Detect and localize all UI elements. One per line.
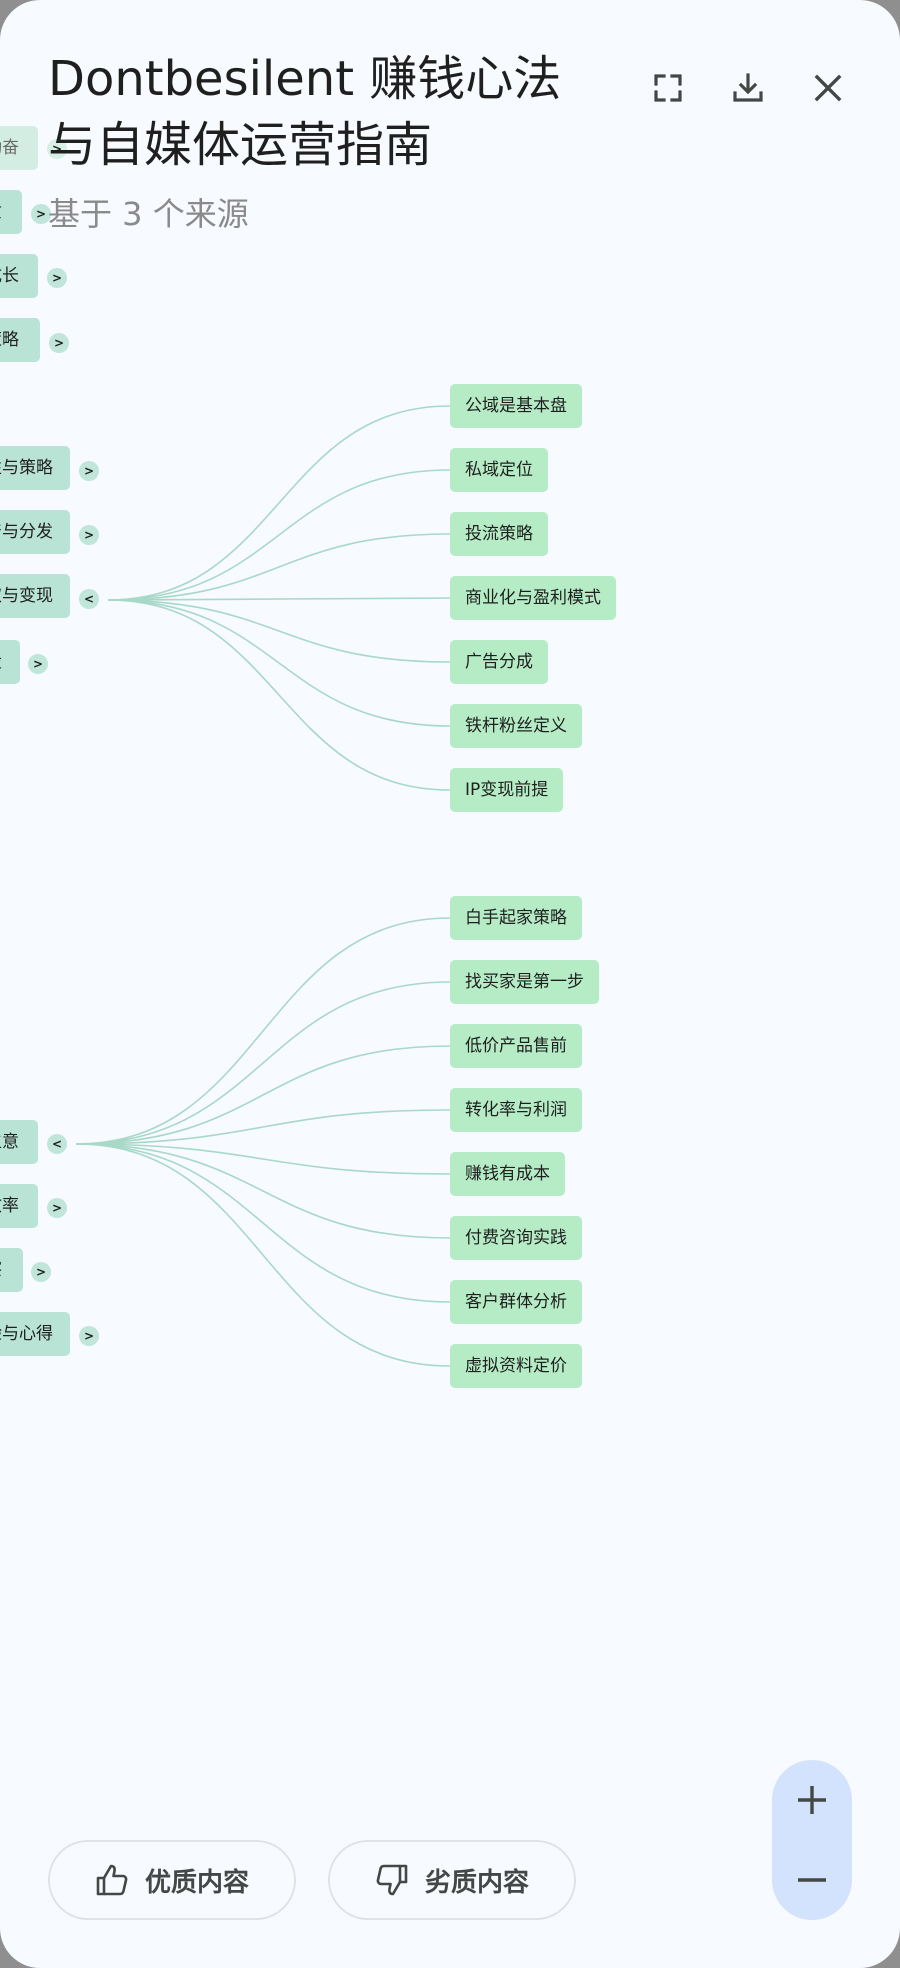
mindmap-link (107, 469, 451, 601)
mindmap-panel: 动奋 > 质 > 成长 > 策略 > 性与策略 > 产与分发 > 取与变现 < … (0, 0, 900, 1968)
zoom-out-button[interactable] (772, 1840, 852, 1920)
title-line: 与自媒体运营指南 (48, 117, 433, 173)
expand-toggle[interactable]: > (49, 333, 69, 353)
bad-content-label: 劣质内容 (424, 1867, 529, 1898)
mindmap-node-leaf[interactable]: 投流策略 (450, 512, 548, 556)
mindmap-node-leaf[interactable]: 赚钱有成本 (450, 1152, 565, 1196)
mindmap-link (107, 599, 451, 727)
mindmap-node-parent[interactable]: 察 (0, 1248, 23, 1292)
close-button[interactable] (800, 60, 856, 116)
title-line: Dontbesilent 赚钱心法 (48, 51, 562, 107)
mindmap-node-leaf[interactable]: 低价产品售前 (450, 1024, 582, 1068)
mindmap-node-parent[interactable]: 性与策略 (0, 446, 70, 490)
mindmap-link (75, 1143, 451, 1175)
mindmap-link (107, 533, 451, 601)
mindmap-node-leaf[interactable]: 客户群体分析 (450, 1280, 582, 1324)
mindmap-node-parent[interactable]: 效率 (0, 1184, 38, 1228)
mindmap-link (75, 981, 451, 1145)
collapse-toggle[interactable]: < (47, 1134, 67, 1154)
mindmap-node-leaf[interactable]: 虚拟资料定价 (450, 1344, 582, 1388)
expand-toggle[interactable]: > (28, 654, 48, 674)
expand-toggle[interactable]: > (79, 1326, 99, 1346)
expand-toggle[interactable]: > (79, 461, 99, 481)
source-count: 基于 3 个来源 (48, 195, 249, 233)
plus-icon (798, 1786, 826, 1814)
mindmap-node-leaf[interactable]: IP变现前提 (450, 768, 564, 812)
mindmap-node-leaf[interactable]: 铁杆粉丝定义 (450, 704, 582, 748)
mindmap-node-parent[interactable]: 产与分发 (0, 510, 70, 554)
expand-toggle[interactable]: > (31, 1262, 51, 1282)
mindmap-node-leaf[interactable]: 白手起家策略 (450, 896, 582, 940)
good-content-button[interactable]: 优质内容 (48, 1840, 296, 1920)
mindmap-node-parent[interactable]: 成长 (0, 254, 38, 298)
download-icon (733, 73, 763, 102)
expand-toggle[interactable]: > (47, 268, 67, 288)
mindmap-node-parent[interactable]: 策略 (0, 318, 40, 362)
zoom-controls (772, 1760, 852, 1920)
fullscreen-button[interactable] (640, 60, 696, 116)
zoom-in-button[interactable] (772, 1760, 852, 1840)
mindmap-node-parent[interactable]: 生意 (0, 1120, 38, 1164)
expand-toggle[interactable]: > (79, 525, 99, 545)
page-title: Dontbesilent 赚钱心法 与自媒体运营指南 (48, 46, 608, 178)
mindmap-link (75, 1143, 451, 1303)
thumbs-down-icon (376, 1864, 408, 1896)
mindmap-canvas[interactable]: 动奋 > 质 > 成长 > 策略 > 性与策略 > 产与分发 > 取与变现 < … (0, 0, 900, 1968)
mindmap-node-leaf[interactable]: 转化率与利润 (450, 1088, 582, 1132)
thumbs-up-icon (96, 1864, 128, 1896)
download-button[interactable] (720, 60, 776, 116)
close-icon (814, 74, 842, 102)
mindmap-link (107, 599, 451, 663)
mindmap-link (75, 1045, 451, 1145)
mindmap-link (75, 917, 451, 1145)
mindmap-node-leaf[interactable]: 商业化与盈利模式 (450, 576, 616, 620)
bad-content-button[interactable]: 劣质内容 (328, 1840, 576, 1920)
good-content-label: 优质内容 (144, 1867, 249, 1898)
fullscreen-icon (654, 74, 682, 102)
mindmap-node-parent[interactable]: 验与心得 (0, 1312, 70, 1356)
mindmap-node-leaf[interactable]: 公域是基本盘 (450, 384, 582, 428)
mindmap-node-parent[interactable]: 设 (0, 640, 20, 684)
mindmap-node-leaf[interactable]: 找买家是第一步 (450, 960, 599, 1004)
mindmap-node-parent[interactable]: 取与变现 (0, 574, 70, 618)
expand-toggle[interactable]: > (47, 1198, 67, 1218)
mindmap-node-leaf[interactable]: 付费咨询实践 (450, 1216, 582, 1260)
mindmap-node-leaf[interactable]: 广告分成 (450, 640, 548, 684)
mindmap-node-parent[interactable]: 质 (0, 190, 22, 234)
mindmap-node-leaf[interactable]: 私域定位 (450, 448, 548, 492)
mindmap-link (75, 1143, 451, 1367)
mindmap-link (107, 599, 451, 791)
mindmap-node-parent[interactable]: 动奋 (0, 126, 38, 170)
mindmap-link (107, 405, 451, 601)
collapse-toggle[interactable]: < (79, 589, 99, 609)
minus-icon (798, 1878, 826, 1882)
